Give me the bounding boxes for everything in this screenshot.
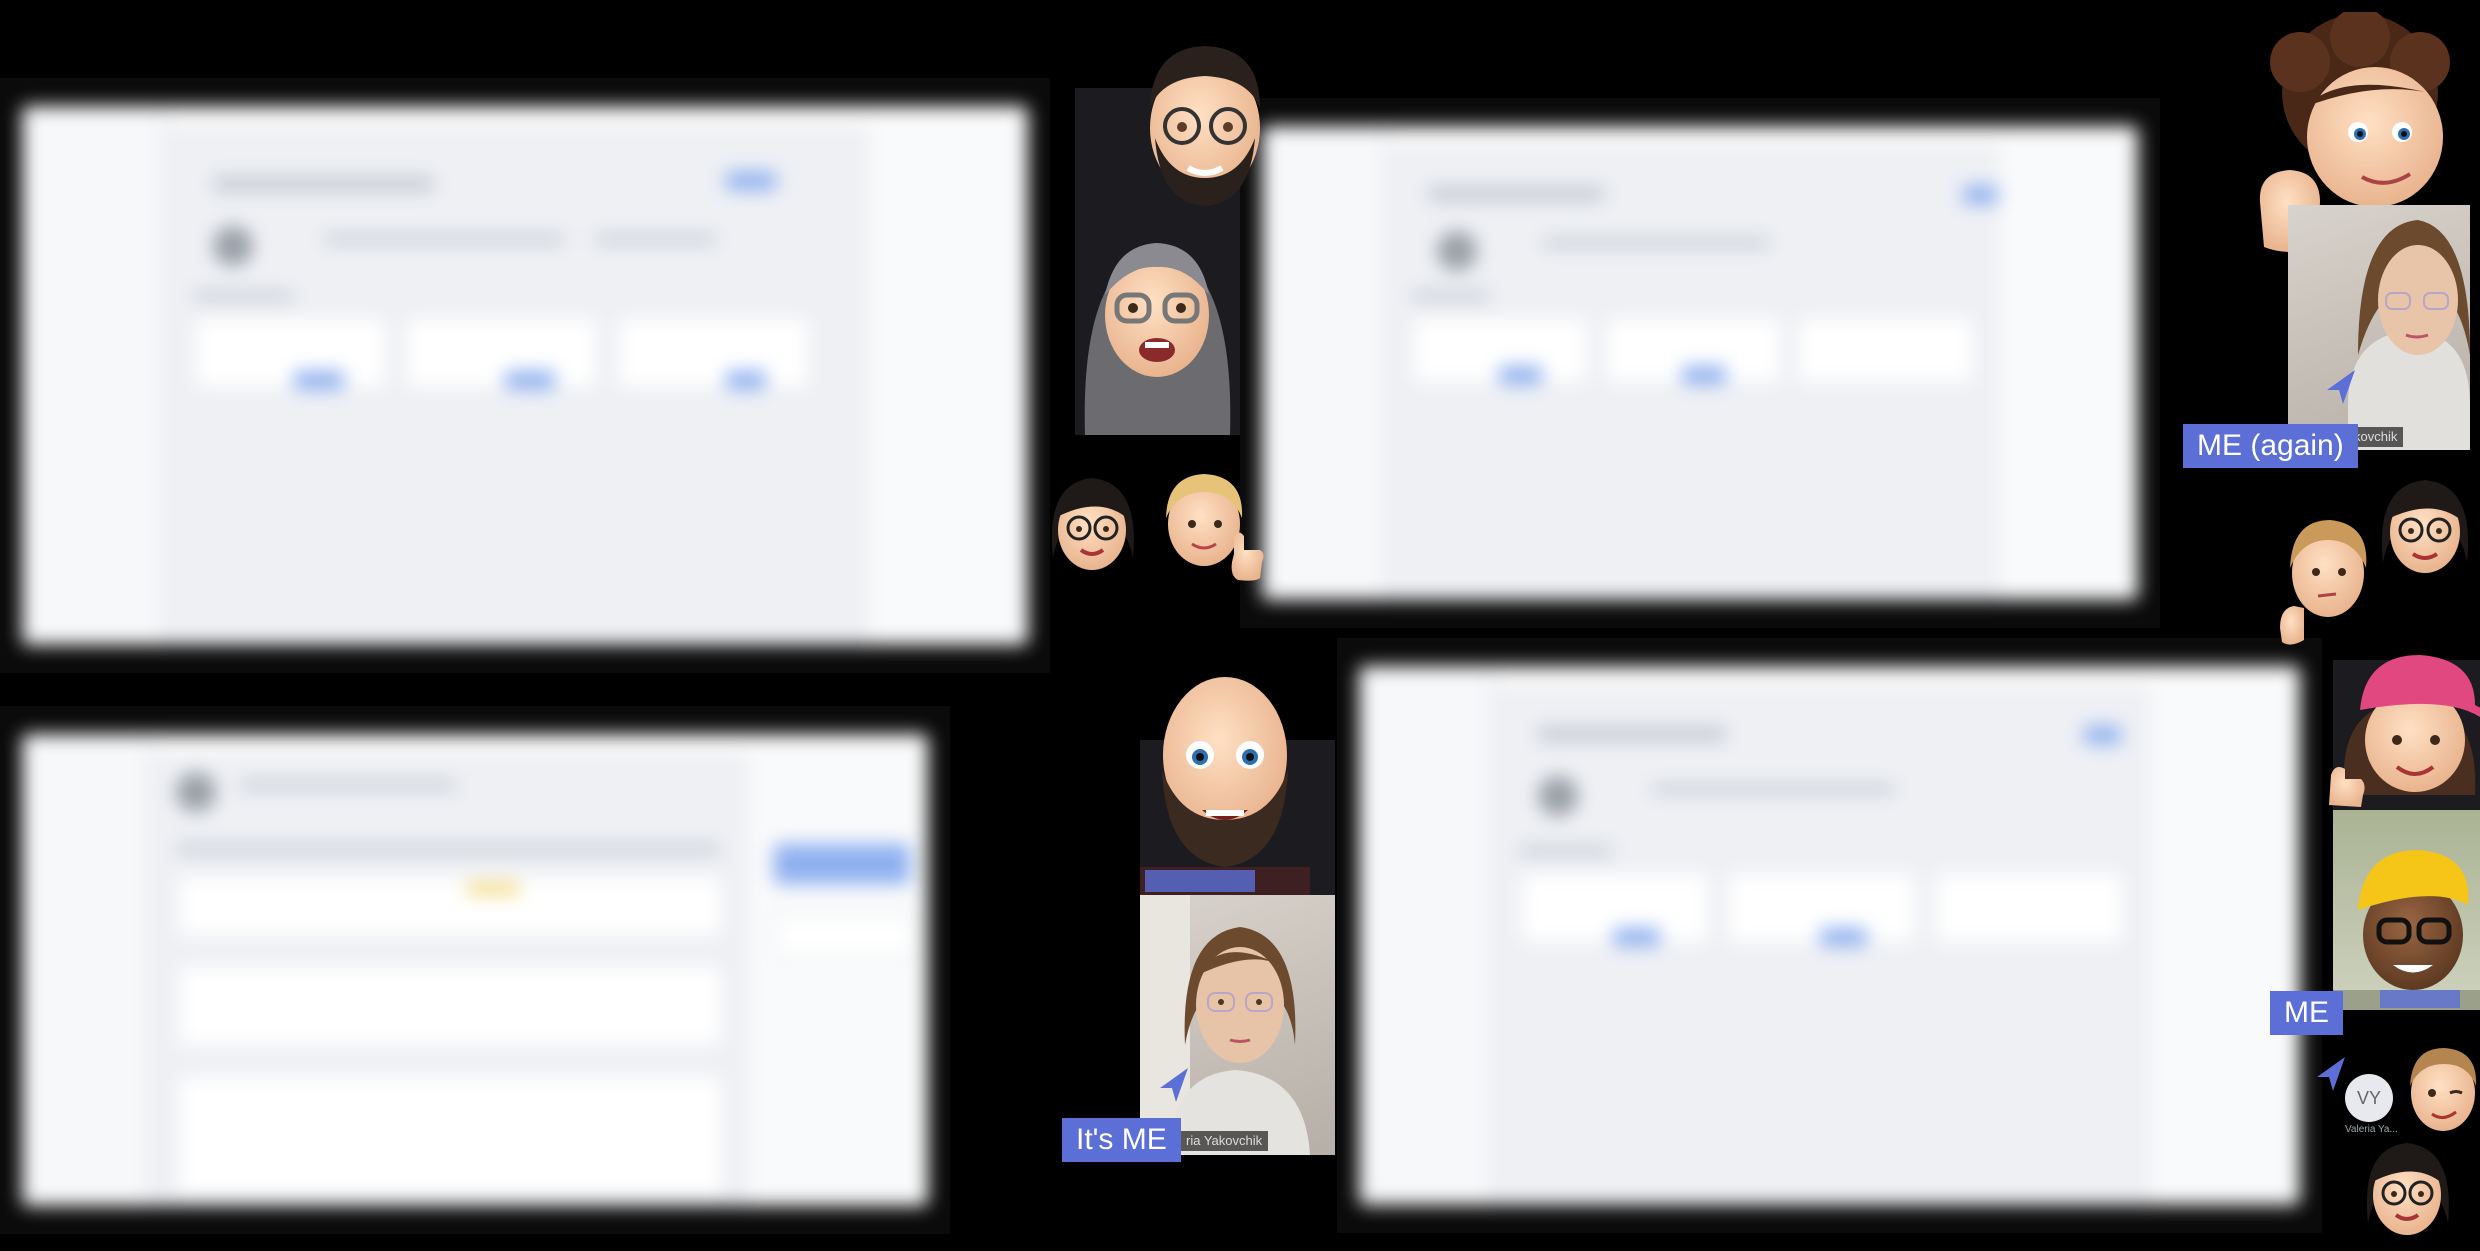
blurred-screen-content [22,106,1028,645]
shared-screen-bottom-right[interactable] [1337,638,2322,1233]
me-label: ME [2270,991,2343,1035]
participant-name: ria Yakovchik [1180,1131,1269,1151]
shared-screen-top-middle[interactable] [1240,98,2160,628]
camera-participant-tile[interactable]: kovchik [2288,205,2470,450]
blurred-screen-content [1359,666,2300,1205]
memoji-dark-haired-glasses-woman-2 [2381,480,2469,573]
camera-participant-tile[interactable]: ria Yakovchik [1140,895,1335,1155]
webcam-person-image [2348,220,2470,450]
memoji-blonde-thumbs-up-woman [1166,474,1264,581]
memoji-winking-man [2410,1048,2477,1131]
webcam-person-image [1140,895,1310,1155]
memoji-thinking-blonde-woman [2280,520,2367,645]
blurred-screen-content [1262,126,2138,600]
pointer-cursor-icon [2327,370,2355,404]
memoji-bearded-glasses-man [1150,46,1260,206]
blurred-screen-content [22,734,928,1206]
its-me-label: It's ME [1062,1118,1181,1162]
me-again-label: ME (again) [2183,424,2358,468]
pointer-cursor-icon [1160,1068,1188,1102]
memoji-pink-cap-woman [2329,655,2480,807]
memoji-dark-haired-glasses-woman [1051,478,1134,570]
shared-screen-top-left[interactable] [0,78,1050,673]
memoji-yellow-cap-man [2333,850,2480,1010]
participant-initials-avatar[interactable]: VY [2345,1074,2393,1122]
memoji-dark-haired-glasses-woman-3 [2366,1143,2449,1235]
memoji-grey-haired-glasses-woman [1084,243,1231,435]
pointer-cursor-icon [2317,1057,2345,1091]
name-plate-blurred [2380,990,2460,1008]
name-plate-blurred [1145,870,1255,892]
memoji-bald-bearded-man [1140,677,1310,895]
shared-screen-bottom-left[interactable] [0,706,950,1234]
